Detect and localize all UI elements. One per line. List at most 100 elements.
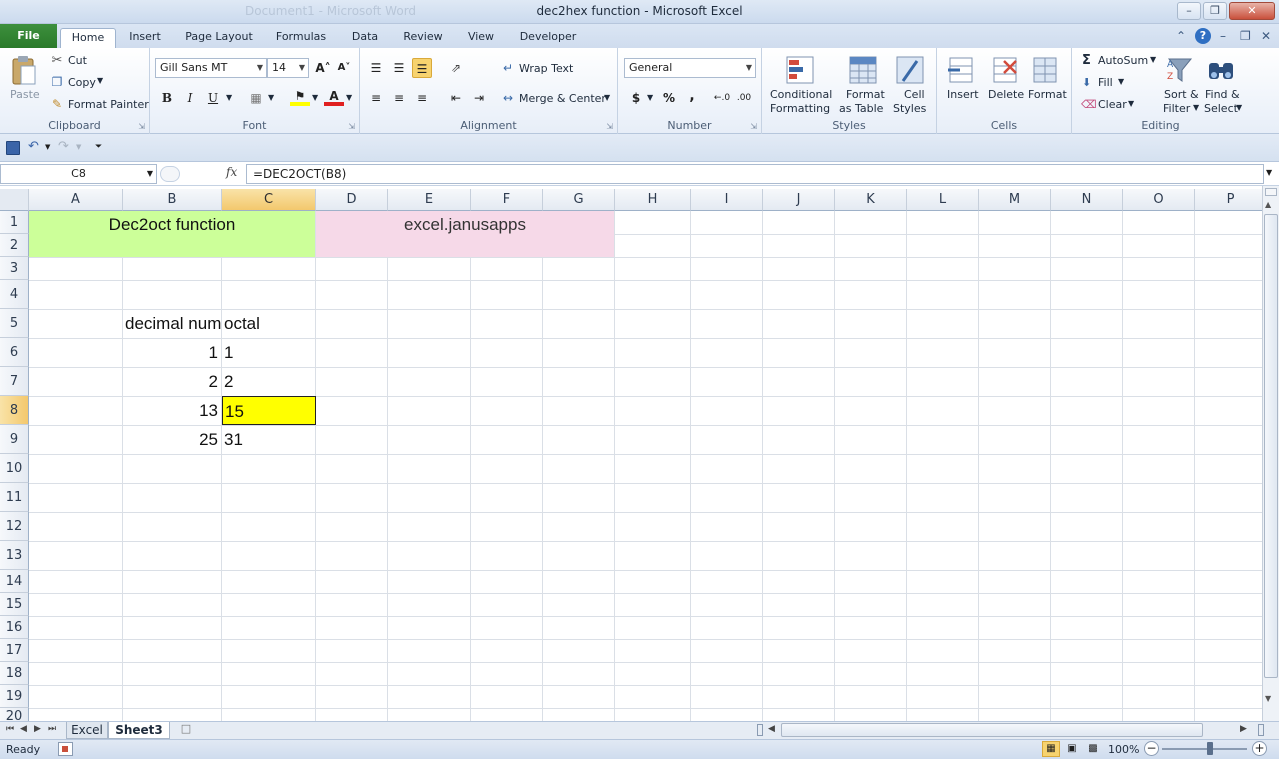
close-button[interactable]: ✕: [1229, 2, 1275, 20]
clear-icon[interactable]: ⌫: [1081, 98, 1097, 111]
row-header-17[interactable]: 17: [0, 639, 29, 662]
cell-styles-icon[interactable]: [894, 54, 926, 86]
row-header-7[interactable]: 7: [0, 367, 29, 396]
format-as-table-icon[interactable]: [847, 54, 879, 86]
row-header-1[interactable]: 1: [0, 211, 29, 234]
tab-home[interactable]: Home: [60, 28, 116, 48]
alignment-launcher-icon[interactable]: ⇲: [606, 122, 613, 131]
insert-cells-button[interactable]: Insert: [947, 88, 979, 101]
percent-button[interactable]: %: [659, 88, 679, 108]
spreadsheet-grid[interactable]: A B C D E F G H I J K L M N O P 1 2 3 4 …: [0, 189, 1262, 721]
zoom-slider-track[interactable]: [1162, 748, 1247, 750]
merge-dropdown-icon[interactable]: ▼: [604, 93, 610, 102]
doc-restore-icon[interactable]: ❐: [1240, 29, 1251, 43]
cell-styles-label2[interactable]: Styles: [893, 102, 926, 115]
delete-cells-icon[interactable]: [989, 54, 1021, 86]
cell-styles-button[interactable]: Cell: [904, 88, 925, 101]
sheet-tab-sheet3[interactable]: Sheet3: [108, 722, 170, 739]
currency-dropdown-icon[interactable]: ▼: [647, 93, 653, 102]
increase-indent-icon[interactable]: ⇥: [469, 88, 489, 108]
align-right-icon[interactable]: ≡: [412, 88, 432, 108]
title-cell-dec2oct[interactable]: Dec2oct function: [29, 211, 315, 257]
zoom-out-icon[interactable]: −: [1144, 741, 1159, 756]
format-cells-button[interactable]: Format: [1028, 88, 1067, 101]
sort-dropdown-icon[interactable]: ▼: [1193, 103, 1199, 112]
expand-formula-bar-icon[interactable]: ▼: [1266, 168, 1272, 177]
row-header-2[interactable]: 2: [0, 234, 29, 257]
column-header-n[interactable]: N: [1051, 189, 1123, 211]
fill-icon[interactable]: ⬇: [1082, 76, 1091, 89]
conditional-formatting-label2[interactable]: Formatting: [770, 102, 830, 115]
clear-button[interactable]: Clear: [1098, 98, 1127, 111]
paste-icon[interactable]: [8, 54, 40, 86]
align-bottom-icon[interactable]: ☰: [412, 58, 432, 78]
doc-minimize-icon[interactable]: –: [1220, 29, 1226, 43]
redo-dropdown-icon[interactable]: ▼: [76, 143, 81, 151]
name-box[interactable]: C8 ▼: [0, 164, 157, 184]
cut-icon[interactable]: ✂: [50, 53, 64, 68]
autosum-icon[interactable]: Σ: [1082, 53, 1091, 68]
tab-formulas[interactable]: Formulas: [270, 28, 332, 48]
column-header-p[interactable]: P: [1195, 189, 1262, 211]
borders-icon[interactable]: ▦: [246, 88, 266, 108]
help-icon[interactable]: ?: [1195, 28, 1211, 44]
sheet-tab-excel[interactable]: Excel: [66, 722, 108, 739]
align-middle-icon[interactable]: ☰: [389, 58, 409, 78]
cell-b5[interactable]: decimal num: [125, 309, 221, 338]
column-header-d[interactable]: D: [316, 189, 388, 211]
cell-c6[interactable]: 1: [224, 338, 314, 367]
format-painter-button[interactable]: Format Painter: [68, 98, 149, 111]
borders-dropdown-icon[interactable]: ▼: [268, 93, 274, 102]
undo-icon[interactable]: ↶: [28, 139, 39, 154]
cell-c9[interactable]: 31: [224, 425, 314, 454]
column-header-l[interactable]: L: [907, 189, 979, 211]
merge-center-icon[interactable]: ↔: [498, 88, 518, 108]
number-launcher-icon[interactable]: ⇲: [750, 122, 757, 131]
zoom-level[interactable]: 100%: [1108, 743, 1139, 756]
column-header-b[interactable]: B: [123, 189, 222, 211]
format-as-table-button[interactable]: Format: [846, 88, 885, 101]
row-header-12[interactable]: 12: [0, 512, 29, 541]
font-name-select[interactable]: Gill Sans MT ▼: [155, 58, 267, 78]
clipboard-launcher-icon[interactable]: ⇲: [138, 122, 145, 131]
row-header-11[interactable]: 11: [0, 483, 29, 512]
insert-cells-icon[interactable]: [945, 54, 977, 86]
cell-b8[interactable]: 13: [123, 396, 218, 425]
paste-label[interactable]: Paste: [10, 88, 40, 101]
title-cell-janusapps[interactable]: excel.janusapps: [316, 211, 614, 257]
scroll-right-icon[interactable]: ▶: [1240, 724, 1247, 734]
font-launcher-icon[interactable]: ⇲: [348, 122, 355, 131]
row-header-10[interactable]: 10: [0, 454, 29, 483]
decrease-decimal-icon[interactable]: .00: [734, 88, 754, 108]
find-dropdown-icon[interactable]: ▼: [1236, 103, 1242, 112]
row-header-3[interactable]: 3: [0, 257, 29, 280]
column-header-h[interactable]: H: [615, 189, 691, 211]
cell-b9[interactable]: 25: [123, 425, 218, 454]
row-header-18[interactable]: 18: [0, 662, 29, 685]
row-header-8[interactable]: 8: [0, 396, 29, 425]
align-top-icon[interactable]: ☰: [366, 58, 386, 78]
save-icon[interactable]: [6, 141, 20, 155]
copy-dropdown-icon[interactable]: ▼: [97, 76, 103, 85]
increase-decimal-icon[interactable]: ←.0: [712, 88, 732, 108]
column-header-a[interactable]: A: [29, 189, 123, 211]
insert-function-button[interactable]: fx: [226, 165, 237, 179]
scroll-up-icon[interactable]: ▲: [1265, 200, 1271, 209]
copy-icon[interactable]: ❐: [50, 75, 64, 89]
page-layout-view-icon[interactable]: ▣: [1063, 741, 1081, 757]
align-left-icon[interactable]: ≡: [366, 88, 386, 108]
wrap-text-icon[interactable]: ↵: [498, 58, 518, 78]
row-header-4[interactable]: 4: [0, 280, 29, 309]
page-break-view-icon[interactable]: ▩: [1084, 741, 1102, 757]
italic-button[interactable]: I: [180, 88, 200, 108]
conditional-formatting-button[interactable]: Conditional: [770, 88, 832, 101]
split-box-horizontal-icon[interactable]: [1258, 724, 1264, 736]
conditional-formatting-icon[interactable]: [784, 54, 816, 86]
tab-developer[interactable]: Developer: [514, 28, 582, 48]
underline-dropdown-icon[interactable]: ▼: [226, 93, 232, 102]
format-painter-icon[interactable]: ✎: [50, 97, 64, 111]
sort-filter-button[interactable]: Sort &: [1164, 88, 1199, 101]
comma-button[interactable]: ,: [682, 86, 702, 106]
align-center-icon[interactable]: ≡: [389, 88, 409, 108]
column-header-j[interactable]: J: [763, 189, 835, 211]
